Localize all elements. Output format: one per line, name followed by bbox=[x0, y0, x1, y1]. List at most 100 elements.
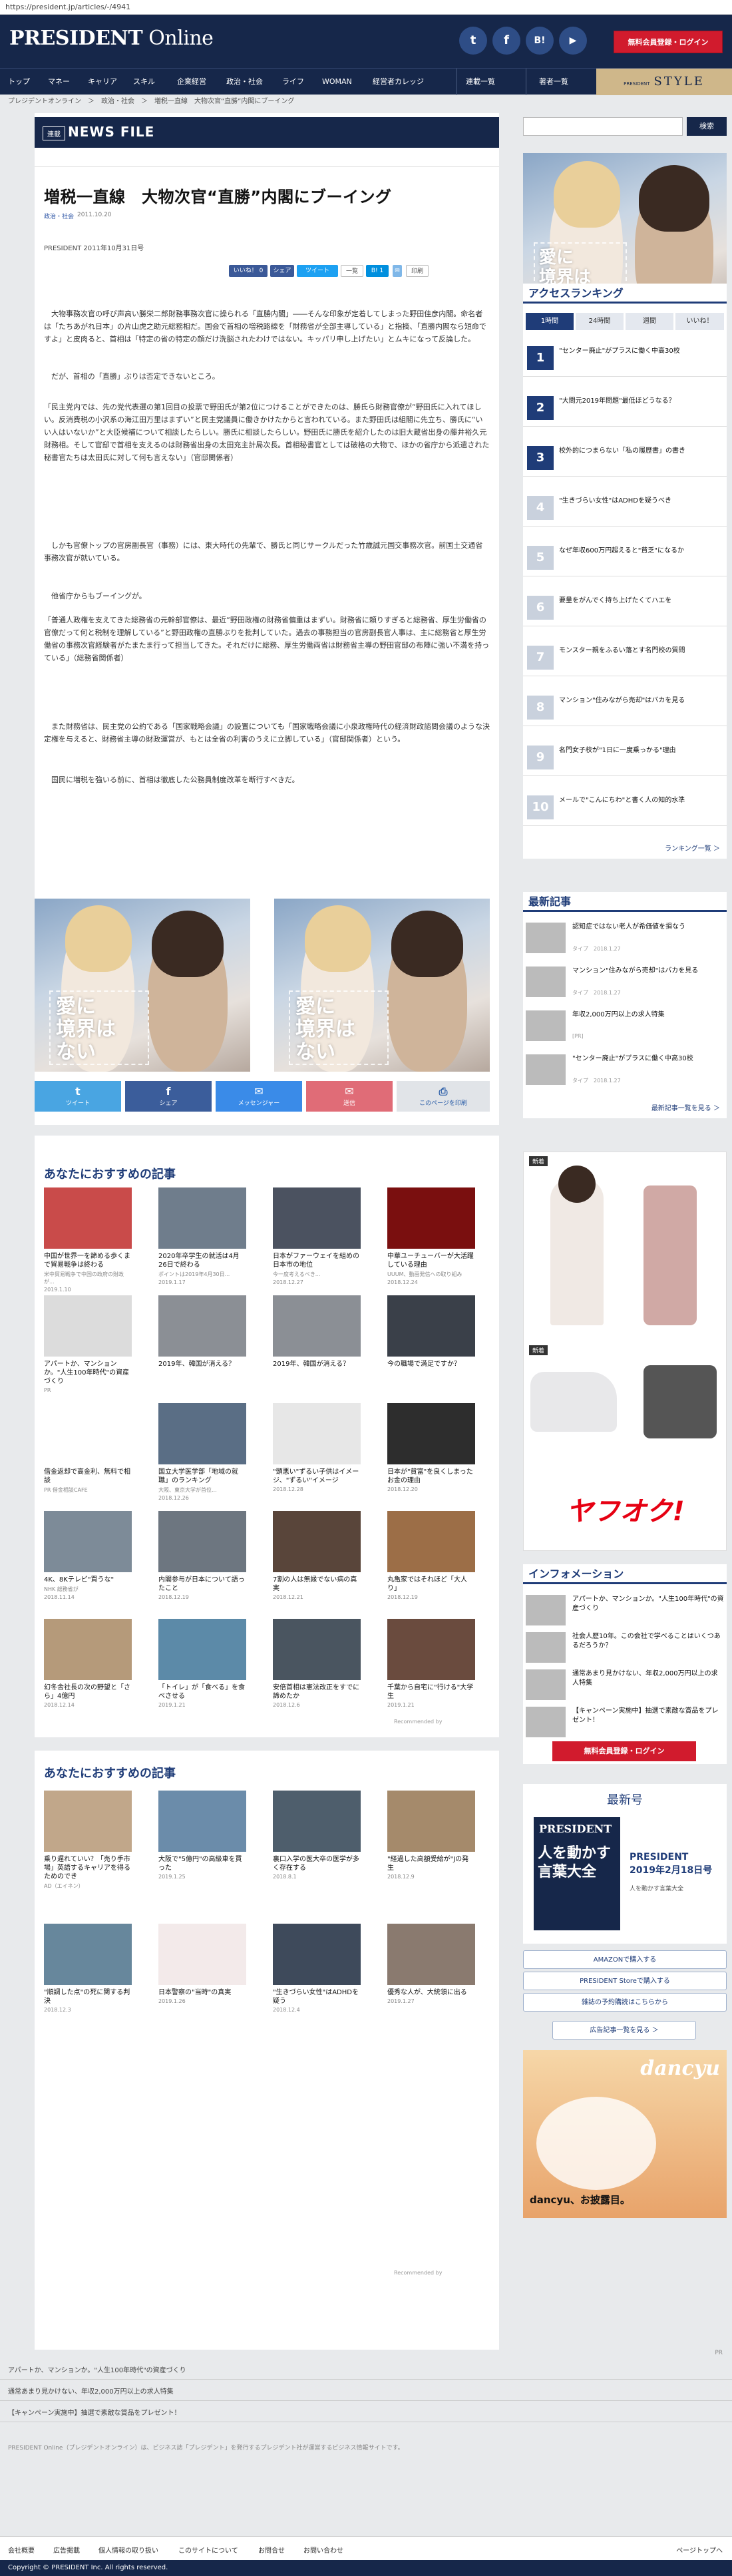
reco-card[interactable]: 借金返却で高金利、無料で相談 PR 借金相談CAFE bbox=[44, 1403, 132, 1495]
reco-thumbnail[interactable] bbox=[158, 1619, 246, 1680]
reco-card[interactable]: 千葉から自宅に"行ける"大学生 2019.1.21 bbox=[387, 1619, 475, 1708]
hatena-bookmark-icon[interactable]: B! bbox=[526, 27, 554, 55]
ranking-title-text[interactable]: モンスター親をふるい落とす名門校の質問 bbox=[559, 646, 719, 656]
reco-thumbnail[interactable] bbox=[273, 1187, 361, 1249]
reco-card[interactable]: アパートか、マンションか。"人生100年時代"の資産づくり PR bbox=[44, 1295, 132, 1395]
reco-caption[interactable]: 優秀な人が、大統領に出る bbox=[387, 1988, 475, 1997]
reco-caption[interactable]: 今の職場で満足ですか？ bbox=[387, 1360, 475, 1369]
mail-icon[interactable]: ✉ bbox=[393, 265, 402, 277]
reco-caption[interactable]: 裏口入学の医大卒の医学が多く存在する bbox=[273, 1855, 361, 1872]
news-more-link[interactable]: 最新記事一覧を見る ＞ bbox=[651, 1102, 720, 1112]
info-item[interactable]: 通常あまり見かけない、年収2,000万円以上の求人特集 bbox=[523, 1665, 727, 1705]
reco-thumbnail[interactable] bbox=[44, 1619, 132, 1680]
comment-button[interactable]: 一覧 bbox=[341, 265, 363, 277]
ranking-title-text[interactable]: "センター廃止"がプラスに働く中高30校 bbox=[559, 346, 719, 356]
nav-item-top[interactable]: トップ bbox=[8, 69, 30, 95]
footer-nav-item[interactable]: 会社概要 bbox=[8, 2545, 35, 2555]
reco-caption[interactable]: 日本警察の"当時"の真実 bbox=[158, 1988, 246, 1997]
nav-item-politics[interactable]: 政治・社会 bbox=[226, 69, 263, 95]
ranking-item[interactable]: 1 "センター廃止"がプラスに働く中高30校 bbox=[523, 339, 727, 377]
reco-caption[interactable]: "生きづらい女性"はADHDを疑う bbox=[273, 1988, 361, 2006]
footer-nav-item[interactable]: 広告掲載 bbox=[53, 2545, 80, 2555]
nav-item-life[interactable]: ライフ bbox=[282, 69, 304, 95]
reco-caption[interactable]: 7割の人は無縁でない病の真実 bbox=[273, 1576, 361, 1593]
search-input[interactable] bbox=[523, 117, 683, 136]
news-item[interactable]: マンション"住みながら売却"はバカを見る タイプ 2018.1.27 bbox=[523, 963, 727, 1002]
reco-caption[interactable]: 日本がファーウェイを組めの日本市の地位 bbox=[273, 1252, 361, 1269]
reco-caption[interactable]: "頭悪い"ずるい子供はイメージ、"ずるい"イメージ bbox=[273, 1468, 361, 1485]
ranking-item[interactable]: 7 モンスター親をふるい落とす名門校の質問 bbox=[523, 639, 727, 676]
info-item[interactable]: 【キャンペーン実施中】抽選で素敵な賞品をプレゼント！ bbox=[523, 1703, 727, 1743]
ranking-title-text[interactable]: 要量をがんでく持ち上げたくてハエを bbox=[559, 596, 719, 606]
reco-thumbnail[interactable] bbox=[158, 1791, 246, 1852]
reco-thumbnail[interactable] bbox=[273, 1619, 361, 1680]
amazon-buy-button[interactable]: AMAZONで購入する bbox=[523, 1950, 727, 1969]
reco-caption[interactable]: 国立大学医学部「地域の就職」のランキング bbox=[158, 1468, 246, 1485]
reco-thumbnail[interactable] bbox=[158, 1403, 246, 1464]
ad-image-left[interactable]: 愛に 境界は ない bbox=[35, 899, 250, 1072]
ranking-title-text[interactable]: "生きづらい女性"はADHDを疑うべき bbox=[559, 496, 719, 506]
reco-caption[interactable]: 4K、8Kテレビ"買うな" bbox=[44, 1576, 132, 1584]
facebook-share-button[interactable]: f シェア bbox=[125, 1081, 212, 1112]
reco-thumbnail[interactable] bbox=[387, 1403, 475, 1464]
info-title[interactable]: アパートか、マンションか。"人生100年時代"の資産づくり bbox=[572, 1595, 724, 1613]
ad-image-right[interactable]: 愛に 境界は ない bbox=[274, 899, 490, 1072]
ranking-title-text[interactable]: マンション"住みながら売却"はバカを見る bbox=[559, 696, 719, 706]
reco-thumbnail[interactable] bbox=[44, 1187, 132, 1249]
reco-caption[interactable]: 「トイレ」が「食べる」を食べさせる bbox=[158, 1683, 246, 1701]
ranking-title-text[interactable]: メールで"こんにちわ"と書く人の知的水準 bbox=[559, 795, 719, 805]
reco-card[interactable]: 日本警察の"当時"の真実 2019.1.26 bbox=[158, 1924, 246, 2004]
subscribe-button[interactable]: 雑誌の予約購読はこちらから bbox=[523, 1993, 727, 2012]
hatena-bookmark-button[interactable]: B! 1 bbox=[366, 265, 389, 277]
series-title[interactable]: NEWS FILE bbox=[68, 124, 154, 140]
ranking-title-text[interactable]: 名門女子校が"1日に一度乗っかる"理由 bbox=[559, 746, 719, 755]
reco-caption[interactable]: 借金返却で高金利、無料で相談 bbox=[44, 1468, 132, 1485]
reco-card[interactable]: 日本がファーウェイを組めの日本市の地位 今一度考えるべき... 2018.12.27 bbox=[273, 1187, 361, 1285]
reco-thumbnail[interactable] bbox=[158, 1295, 246, 1357]
reco-card[interactable]: 丸亀家ではそれほど「大人り」 2018.12.19 bbox=[387, 1511, 475, 1600]
footer-nav-item[interactable]: 個人情報の取り扱い bbox=[98, 2545, 158, 2555]
dancyu-ad[interactable]: dancyu dancyu、お披露目。 bbox=[523, 2050, 727, 2218]
reco-caption[interactable]: 内閣参与が日本について語ったこと bbox=[158, 1576, 246, 1593]
tweet-button[interactable]: ツイート bbox=[297, 265, 338, 277]
reco-card[interactable]: 内閣参与が日本について語ったこと 2018.12.19 bbox=[158, 1511, 246, 1600]
reco-thumbnail[interactable] bbox=[273, 1924, 361, 1985]
reco-card[interactable]: 中国が世界一を諦める歩くまで貿易戦争は終わる 米中貿易戦争で中国の政府の財政が..… bbox=[44, 1187, 132, 1293]
reco-caption[interactable]: 安倍首相は憲法改正をすでに諦めたか bbox=[273, 1683, 361, 1701]
search-button[interactable]: 検索 bbox=[687, 117, 727, 136]
reco-thumbnail[interactable] bbox=[44, 1924, 132, 1985]
reco-caption[interactable]: 丸亀家ではそれほど「大人り」 bbox=[387, 1576, 475, 1593]
reco-caption[interactable]: 2019年、韓国が消える？ bbox=[273, 1360, 361, 1369]
facebook-share-button[interactable]: シェア bbox=[270, 265, 294, 277]
reco-thumbnail[interactable] bbox=[158, 1187, 246, 1249]
reco-card[interactable]: 今の職場で満足ですか？ bbox=[387, 1295, 475, 1370]
info-title[interactable]: 社会人歴10年。この会社で学べることはいくつあるだろうか？ bbox=[572, 1632, 724, 1651]
reco-caption[interactable]: 中国が世界一を諦める歩くまで貿易戦争は終わる bbox=[44, 1252, 132, 1269]
reco-caption[interactable]: 日本が"貧富"を良くしまったお金の理由 bbox=[387, 1468, 475, 1485]
footer-link[interactable]: アパートか、マンションか。"人生100年時代"の資産づくり bbox=[8, 2364, 186, 2374]
reco-caption[interactable]: 乗り遅れていい？「売り手市場」英語するキャリアを得るためのでき bbox=[44, 1855, 132, 1881]
tab-weekly[interactable]: 週間 bbox=[626, 313, 673, 330]
reco-caption[interactable]: アパートか、マンションか。"人生100年時代"の資産づくり bbox=[44, 1360, 132, 1386]
info-title[interactable]: 通常あまり見かけない、年収2,000万円以上の求人特集 bbox=[572, 1669, 724, 1688]
nav-item-management[interactable]: 企業経営 bbox=[177, 69, 206, 95]
reco-card[interactable]: 裏口入学の医大卒の医学が多く存在する 2018.8.1 bbox=[273, 1791, 361, 1880]
magazine-cover[interactable]: PRESIDENT 人を動かす言葉大全 bbox=[534, 1817, 620, 1930]
reco-card[interactable]: 乗り遅れていい？「売り手市場」英語するキャリアを得るためのでき AD（エイネン） bbox=[44, 1791, 132, 1891]
reco-caption[interactable]: 幻冬舎社長の次の野望と「さら」4億円 bbox=[44, 1683, 132, 1701]
ranking-item[interactable]: 8 マンション"住みながら売却"はバカを見る bbox=[523, 689, 727, 726]
footer-link[interactable]: 通常あまり見かけない、年収2,000万円以上の求人特集 bbox=[8, 2386, 174, 2396]
magazine-title[interactable]: PRESIDENT 2019年2月18日号 bbox=[630, 1850, 712, 1877]
news-thumbnail[interactable] bbox=[526, 1010, 566, 1041]
url-bar[interactable]: https://president.jp/articles/-/4941 bbox=[0, 0, 732, 15]
tab-1hour[interactable]: 1時間 bbox=[526, 313, 574, 330]
ranking-item[interactable]: 2 "大問元2019年問題"最低ほどうなる？ bbox=[523, 389, 727, 427]
nav-item-series[interactable]: 連載一覧 bbox=[466, 69, 495, 95]
ranking-item[interactable]: 4 "生きづらい女性"はADHDを疑うべき bbox=[523, 489, 727, 527]
reco-caption[interactable]: "順調した点"の死に関する判決 bbox=[44, 1988, 132, 2006]
reco-thumbnail[interactable] bbox=[387, 1511, 475, 1572]
reco-caption[interactable]: 千葉から自宅に"行ける"大学生 bbox=[387, 1683, 475, 1701]
info-item[interactable]: アパートか、マンションか。"人生100年時代"の資産づくり bbox=[523, 1591, 727, 1631]
reco-card[interactable]: 2019年、韓国が消える？ bbox=[273, 1295, 361, 1370]
ranking-item[interactable]: 10 メールで"こんにちわ"と書く人の知的水準 bbox=[523, 789, 727, 826]
